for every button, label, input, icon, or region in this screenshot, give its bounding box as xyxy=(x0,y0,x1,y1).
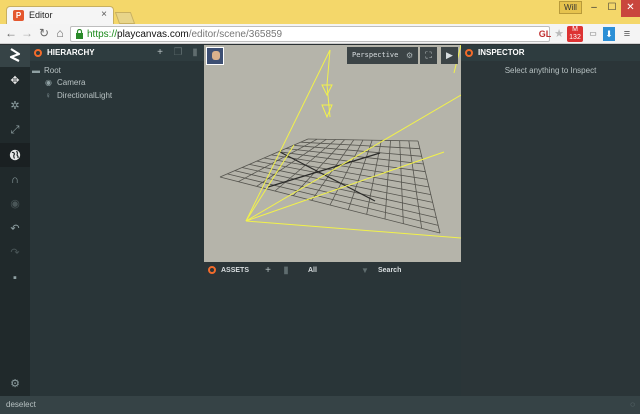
delete-entity-icon[interactable]: ▮ xyxy=(190,47,200,58)
minimize-button[interactable]: – xyxy=(585,0,603,17)
add-asset-icon[interactable]: + xyxy=(263,265,273,276)
rotate-icon: ✲ xyxy=(10,100,20,112)
camera-settings-icon[interactable]: ⚙ xyxy=(406,51,413,60)
user-avatar[interactable] xyxy=(206,47,224,65)
chrome-menu-icon[interactable]: ≡ xyxy=(620,27,634,41)
cast-extension-icon[interactable]: ▭ xyxy=(586,27,600,41)
chat-button[interactable]: ▪ xyxy=(0,266,30,290)
inspector-panel: INSPECTOR Select anything to Inspect xyxy=(461,45,640,396)
settings-icon: ⚙ xyxy=(10,378,20,390)
camera-selector[interactable]: Perspective ⚙ xyxy=(347,47,418,64)
playcanvas-favicon-icon: P xyxy=(13,10,24,21)
hierarchy-title: HIERARCHY xyxy=(47,48,95,57)
snap-button[interactable]: ∩ xyxy=(0,168,30,192)
world-space-button[interactable] xyxy=(0,143,30,167)
status-text: deselect xyxy=(6,400,36,409)
browser-profile-badge[interactable]: Will xyxy=(559,1,582,14)
fullscreen-icon: ⛶ xyxy=(425,50,432,60)
fullscreen-button[interactable]: ⛶ xyxy=(420,47,437,64)
tree-item-label: Camera xyxy=(57,78,86,87)
grid-line xyxy=(408,140,423,229)
scene-viewport[interactable]: Perspective ⚙ ⛶ ▶ xyxy=(204,45,461,262)
duplicate-entity-icon[interactable]: ❐ xyxy=(173,47,183,58)
hierarchy-header: HIERARCHY + ❐ ▮ xyxy=(30,45,204,61)
forward-icon[interactable]: → xyxy=(20,26,34,41)
inspector-header: INSPECTOR xyxy=(461,45,640,61)
status-indicator-icon: ◌ xyxy=(630,400,635,409)
inspector-empty-message: Select anything to Inspect xyxy=(504,66,597,75)
focus-button[interactable]: ◉ xyxy=(0,192,30,216)
settings-button[interactable]: ⚙ xyxy=(0,372,30,396)
play-icon: ▶ xyxy=(446,50,453,60)
move-tool-button[interactable]: ✥ xyxy=(0,69,30,93)
lock-icon xyxy=(75,28,84,39)
rotate-tool-button[interactable]: ✲ xyxy=(0,94,30,118)
tab-close-icon[interactable]: × xyxy=(101,9,107,20)
camera-icon: ◉ xyxy=(45,78,52,87)
hierarchy-panel: HIERARCHY + ❐ ▮ ▬ Root ◉ Camera ♀ Direct… xyxy=(30,45,204,396)
maximize-button[interactable]: ☐ xyxy=(603,0,621,17)
address-bar[interactable]: https://playcanvas.com/editor/scene/3658… xyxy=(70,26,550,42)
undo-icon: ↶ xyxy=(10,223,20,235)
editor-toolbar: ✥ ✲ ⤢ ∩ ◉ ↶ ↷ ▪ ⚙ xyxy=(0,45,30,396)
camera-mode-label: Perspective xyxy=(352,51,399,59)
scale-icon: ⤢ xyxy=(10,124,20,136)
chevron-down-icon[interactable]: ▼ xyxy=(360,265,370,276)
delete-asset-icon[interactable]: ▮ xyxy=(281,265,291,276)
browser-toolbar: ← → ↻ ⌂ https://playcanvas.com/editor/sc… xyxy=(0,24,640,44)
undo-button[interactable]: ↶ xyxy=(0,217,30,241)
folder-icon: ▬ xyxy=(32,66,40,75)
chat-icon: ▪ xyxy=(13,272,17,284)
collapse-inspector-icon[interactable] xyxy=(465,49,473,57)
playcanvas-editor: ✥ ✲ ⤢ ∩ ◉ ↶ ↷ ▪ ⚙ HIERARCHY + ❐ ▮ ▬ Root… xyxy=(0,45,640,396)
status-bar: deselect ◌ xyxy=(0,396,640,414)
gl-extension-icon[interactable]: GL xyxy=(538,27,552,41)
gmail-count: 132 xyxy=(569,34,581,41)
grid-line xyxy=(219,176,441,234)
grid-line xyxy=(234,170,437,219)
browser-tab-bar: P Editor × Will – ☐ ✕ xyxy=(0,0,640,24)
logo-icon[interactable] xyxy=(0,45,30,67)
redo-button[interactable]: ↷ xyxy=(0,241,30,265)
tree-item-label: Root xyxy=(44,66,61,75)
collapse-panel-icon[interactable] xyxy=(34,49,42,57)
move-icon: ✥ xyxy=(10,75,20,87)
assets-filter-select[interactable]: All xyxy=(308,266,317,275)
reload-icon[interactable]: ↻ xyxy=(37,26,51,41)
new-tab-button[interactable] xyxy=(114,12,136,24)
inspector-title: INSPECTOR xyxy=(478,48,525,57)
close-window-button[interactable]: ✕ xyxy=(621,0,640,17)
assets-title: ASSETS xyxy=(221,267,250,274)
collapse-assets-icon[interactable] xyxy=(208,266,216,274)
scale-tool-button[interactable]: ⤢ xyxy=(0,118,30,142)
world-icon xyxy=(9,149,21,161)
tree-item-label: DirectionalLight xyxy=(57,91,113,100)
bookmark-star-icon[interactable]: ★ xyxy=(553,27,565,41)
add-entity-icon[interactable]: + xyxy=(155,47,165,58)
gmail-extension-icon[interactable]: M 132 xyxy=(567,26,583,42)
browser-tab[interactable]: P Editor × xyxy=(6,6,114,24)
url-text: https://playcanvas.com/editor/scene/3658… xyxy=(87,29,283,40)
eye-icon: ◉ xyxy=(10,198,20,210)
tab-title: Editor xyxy=(29,10,53,20)
magnet-icon: ∩ xyxy=(11,174,19,186)
download-extension-icon[interactable]: ⬇ xyxy=(603,27,615,41)
scene-canvas[interactable] xyxy=(204,45,461,262)
back-icon[interactable]: ← xyxy=(4,26,18,41)
assets-panel: ASSETS + ▮ All ▼ Search xyxy=(204,262,461,396)
assets-search-input[interactable]: Search xyxy=(378,266,401,275)
assets-header: ASSETS + ▮ All ▼ Search xyxy=(204,262,461,280)
launch-button[interactable]: ▶ xyxy=(441,47,458,64)
home-icon[interactable]: ⌂ xyxy=(53,26,67,41)
light-icon: ♀ xyxy=(45,91,51,100)
redo-icon: ↷ xyxy=(10,247,20,259)
